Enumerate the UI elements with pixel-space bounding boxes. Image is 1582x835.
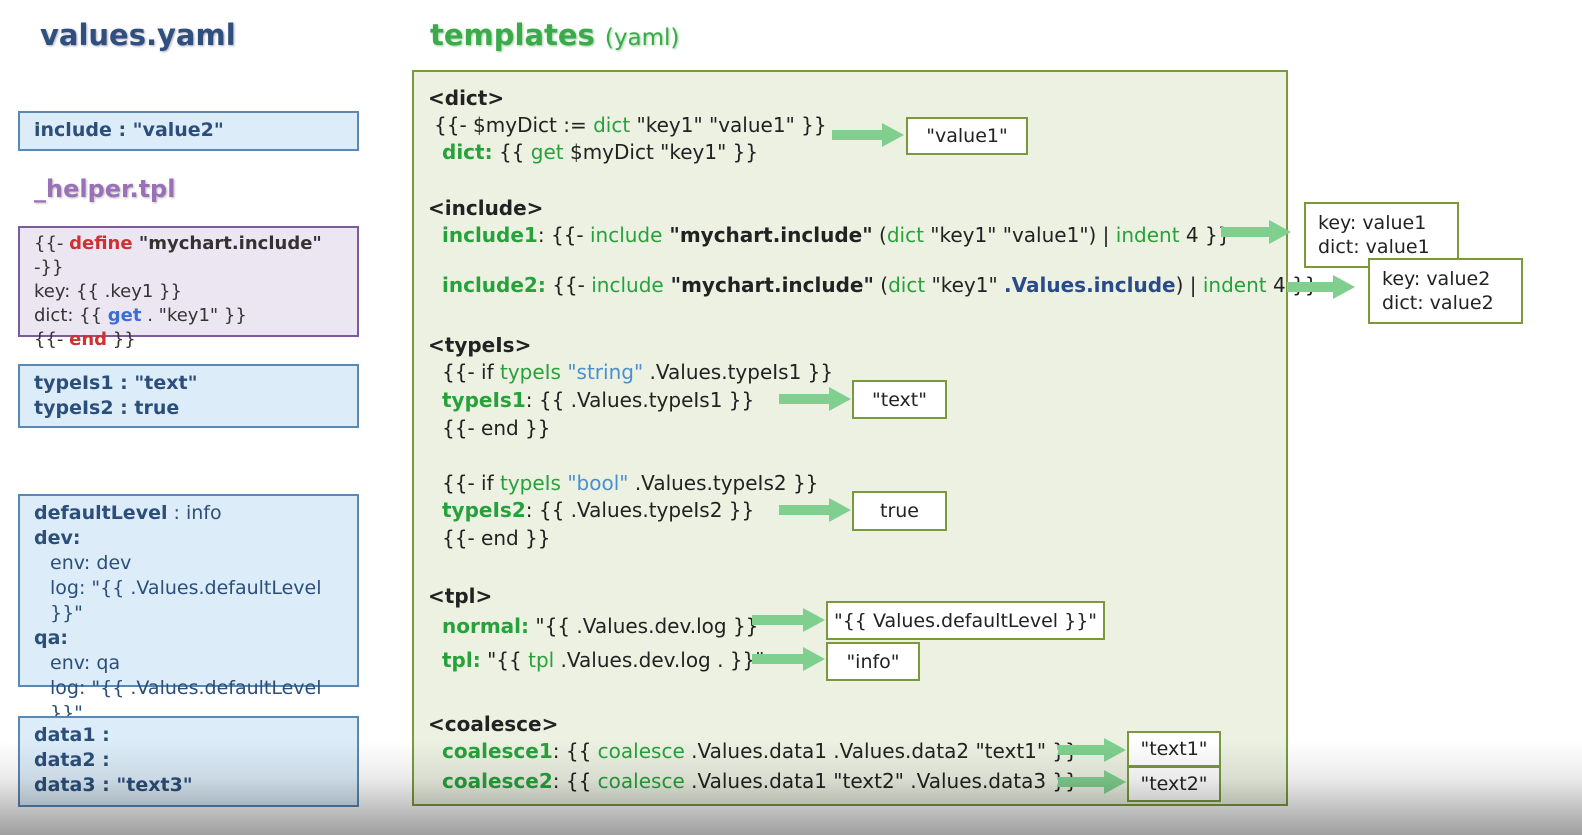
typeis-b-line-3: {{- end }}: [442, 526, 551, 550]
templates-title: templates (yaml): [430, 18, 679, 52]
typeis-b-line-2: typeIs2: {{ .Values.typeIs2 }}: [442, 498, 755, 522]
typeis-b-line-1: {{- if typeIs "bool" .Values.typeIs2 }}: [442, 471, 819, 495]
tpl-normal-output: "{{ Values.defaultLevel }}": [826, 601, 1105, 640]
include-value-box: include : "value2": [18, 111, 359, 151]
default-level-line: defaultLevel : info: [34, 502, 222, 524]
tpl-tpl-line: tpl: "{{ tpl .Values.dev.log . }}": [442, 648, 765, 672]
dict-line-1: {{- $myDict := dict "key1" "value1" }}: [434, 113, 827, 137]
tpl-normal-line: normal: "{{ .Values.dev.log }}": [442, 614, 768, 638]
dev-env-line: env: dev: [50, 552, 132, 574]
data1-line: data1 :: [34, 724, 110, 746]
dict-output: "value1": [906, 117, 1028, 155]
typeis1-arrow: [779, 387, 851, 411]
qa-env-line: env: qa: [50, 652, 121, 674]
data-values-box: data1 : data2 : data3 : "text3": [18, 716, 359, 807]
typeis-a-line-2: typeIs1: {{ .Values.typeIs1 }}: [442, 388, 755, 412]
include1-line: include1: {{- include "mychart.include" …: [442, 223, 1231, 247]
helper-line-4: {{- end }}: [34, 329, 136, 350]
templates-title-text: templates: [430, 18, 595, 52]
helper-line-2: key: {{ .key1 }}: [34, 281, 182, 302]
typeis-a-line-1: {{- if typeIs "string" .Values.typeIs1 }…: [442, 360, 834, 384]
include-val: "value2": [132, 119, 224, 141]
coalesce2-line: coalesce2: {{ coalesce .Values.data1 "te…: [442, 769, 1078, 793]
dev-log-line: log: "{{ .Values.defaultLevel }}": [50, 577, 322, 624]
coalesce1-arrow: [1058, 738, 1126, 762]
typeis2-output: true: [852, 491, 947, 531]
templates-subtitle: (yaml): [604, 25, 680, 51]
qa-key: qa:: [34, 627, 69, 649]
typeis-values-box: typeIs1 : "text" typeIs2 : true: [18, 364, 359, 428]
include1-arrow: [1221, 220, 1291, 244]
coalesce1-output: "text1": [1127, 731, 1221, 767]
include2-output-line-2: dict: value2: [1382, 292, 1494, 314]
typeis1-output: "text": [852, 380, 947, 419]
include-key: include: [34, 119, 112, 141]
helper-line-1: {{- define "mychart.include" -}}: [34, 233, 322, 278]
typeis1-value: typeIs1 : "text": [34, 372, 198, 394]
level-values-box: defaultLevel : info dev: env: dev log: "…: [18, 494, 359, 724]
include2-output-line-1: key: value2: [1382, 268, 1491, 290]
helper-tpl-box: {{- define "mychart.include" -}} key: {{…: [18, 226, 359, 350]
include-header: <include>: [428, 196, 544, 220]
dict-line-2: dict: {{ get $myDict "key1" }}: [442, 140, 759, 164]
typeis-header: <typeIs>: [428, 333, 532, 357]
tpl-header: <tpl>: [428, 584, 493, 608]
values-yaml-title: values.yaml: [40, 18, 236, 52]
include-sep: :: [111, 119, 133, 141]
typeis-a-line-3: {{- end }}: [442, 416, 551, 440]
coalesce-header: <coalesce>: [428, 712, 559, 736]
dict-arrow: [832, 123, 904, 147]
helper-line-3: dict: {{ get . "key1" }}: [34, 305, 247, 326]
include2-output: key: value2 dict: value2: [1368, 258, 1523, 324]
helper-tpl-title: _helper.tpl: [34, 175, 176, 203]
tpl-tpl-arrow: [752, 647, 825, 671]
coalesce2-arrow: [1058, 770, 1126, 794]
typeis2-value: typeIs2 : true: [34, 397, 180, 419]
dev-key: dev:: [34, 527, 81, 549]
dict-header: <dict>: [428, 86, 505, 110]
coalesce1-line: coalesce1: {{ coalesce .Values.data1 .Va…: [442, 739, 1078, 763]
coalesce2-output: "text2": [1127, 766, 1221, 802]
include1-output-line-2: dict: value1: [1318, 236, 1430, 258]
data3-line: data3 : "text3": [34, 774, 193, 796]
tpl-normal-arrow: [752, 608, 825, 632]
include1-output-line-1: key: value1: [1318, 212, 1427, 234]
tpl-tpl-output: "info": [826, 642, 920, 681]
typeis2-arrow: [779, 498, 851, 522]
include2-arrow: [1287, 275, 1355, 299]
include2-line: include2: {{- include "mychart.include" …: [442, 273, 1318, 297]
templates-panel: <dict> {{- $myDict := dict "key1" "value…: [412, 70, 1318, 806]
data2-line: data2 :: [34, 749, 110, 771]
